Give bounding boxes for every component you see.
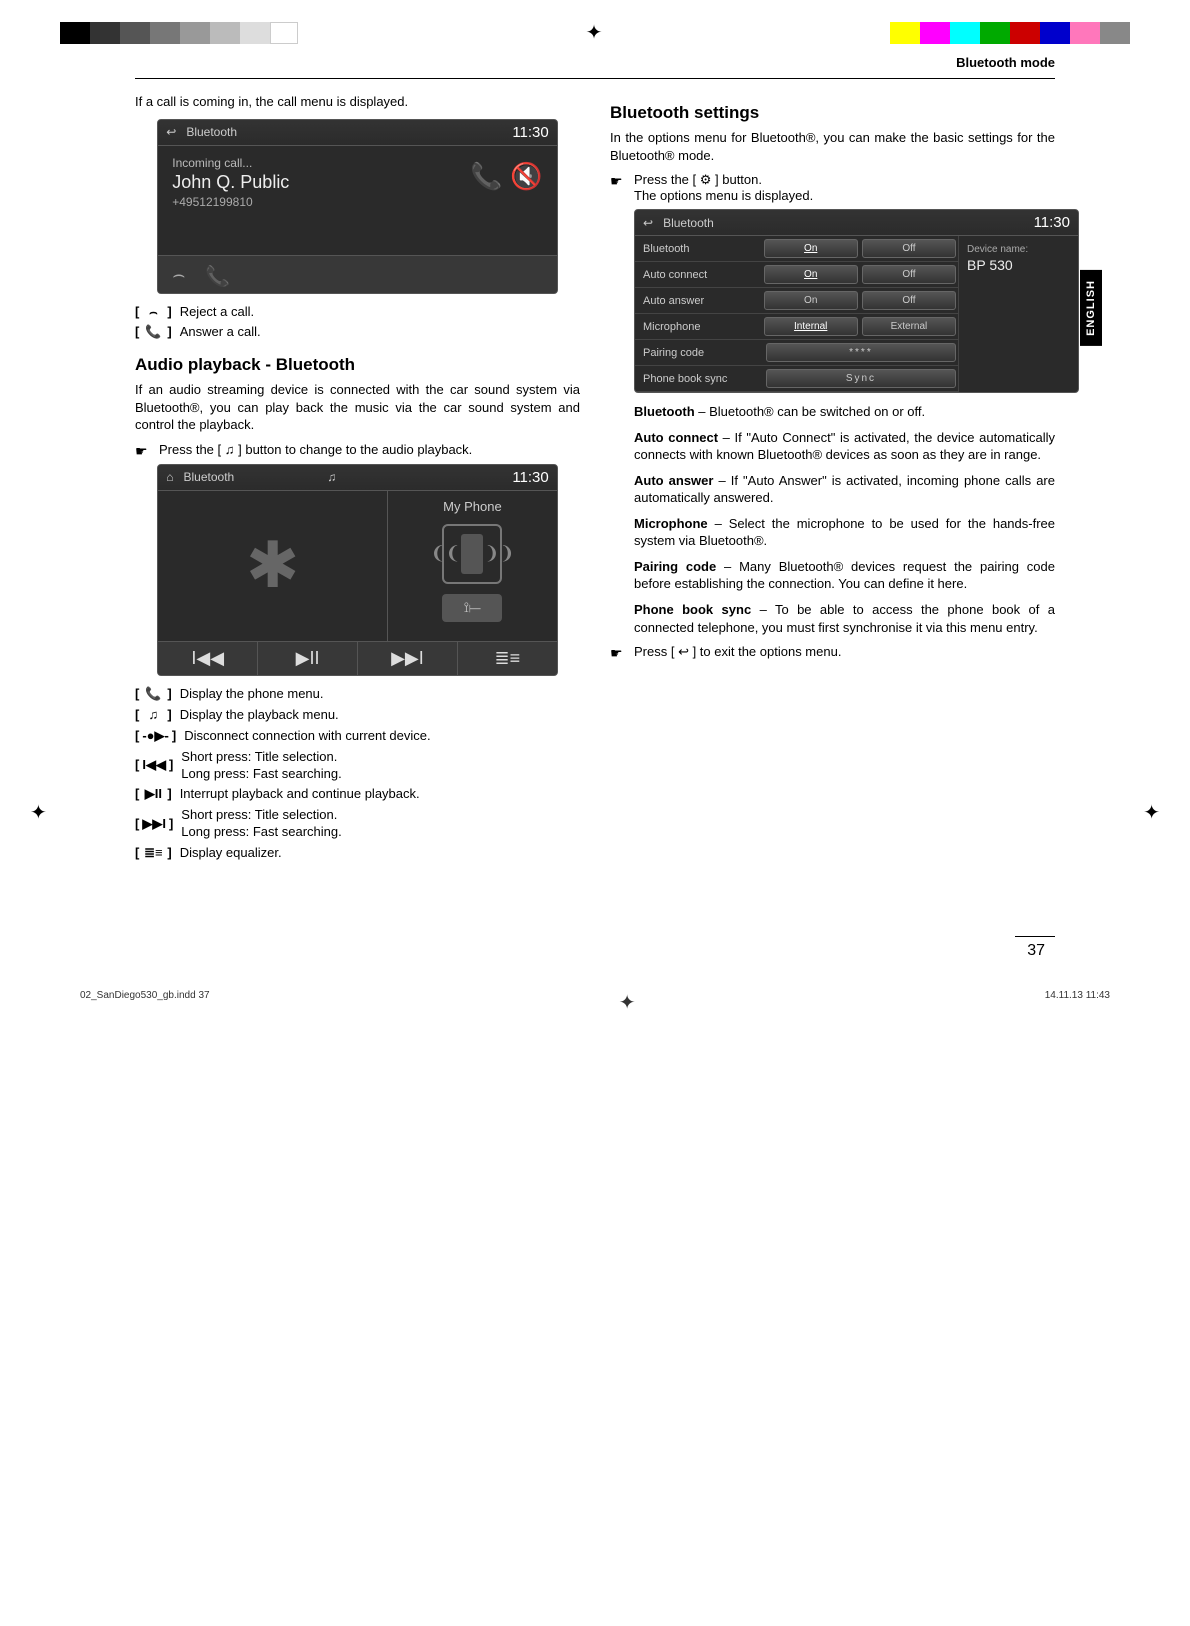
- pointer-icon: ☛: [135, 444, 151, 458]
- settings-heading: Bluetooth settings: [610, 103, 1055, 123]
- device-name-value: BP 530: [967, 257, 1070, 273]
- pointer-icon: ☛: [610, 646, 626, 660]
- def-pairing: Pairing code – Many Bluetooth® devices r…: [634, 558, 1055, 593]
- audio-playback-screen: ⌂ Bluetooth ♫ 11:30 ✱ My Phone ❨❨❩❩ ⟟⟝: [157, 464, 558, 676]
- screen-title: Bluetooth: [184, 470, 235, 484]
- sync-button: Sync: [766, 369, 956, 388]
- registration-mark-icon: ✦: [30, 800, 47, 825]
- device-name: My Phone: [443, 499, 502, 514]
- bluetooth-on: On: [764, 239, 858, 258]
- row-label: Microphone: [635, 315, 762, 339]
- def-microphone: Microphone – Select the microphone to be…: [634, 515, 1055, 550]
- device-name-label: Device name:: [967, 244, 1070, 255]
- row-label: Auto connect: [635, 263, 762, 287]
- back-icon: ↩: [166, 125, 176, 139]
- language-tab: ENGLISH: [1080, 270, 1102, 346]
- bluetooth-settings-screen: ↩ Bluetooth 11:30 Bluetooth On Off Auto …: [634, 209, 1079, 393]
- page-number: 37: [1015, 936, 1055, 960]
- prev-desc: Short press: Title selection. Long press…: [181, 749, 580, 783]
- audio-step: Press the [ ♫ ] button to change to the …: [159, 442, 580, 457]
- bluetooth-off: Off: [862, 239, 956, 258]
- row-label: Phone book sync: [635, 367, 764, 391]
- caller-number: +49512199810: [172, 195, 543, 209]
- equalizer-icon: ≣≡: [458, 642, 557, 675]
- def-autoconnect: Auto connect – If "Auto Connect" is acti…: [634, 429, 1055, 464]
- def-autoanswer: Auto answer – If "Auto Answer" is activa…: [634, 472, 1055, 507]
- playback-menu-desc: Display the playback menu.: [180, 707, 580, 724]
- disconnect-desc: Disconnect connection with current devic…: [184, 728, 580, 745]
- row-label: Bluetooth: [635, 237, 762, 261]
- screen-title: Bluetooth: [663, 216, 714, 230]
- pause-desc: Interrupt playback and continue playback…: [180, 786, 580, 803]
- play-pause-icon: ▶II: [258, 642, 358, 675]
- row-label: Pairing code: [635, 341, 764, 365]
- answer-icon: 📞: [470, 161, 502, 192]
- pickup-icon: 📞: [142, 324, 164, 341]
- autoconnect-on: On: [764, 265, 858, 284]
- clock: 11:30: [512, 469, 548, 486]
- audio-heading: Audio playback - Bluetooth: [135, 355, 580, 375]
- play-pause-icon: ▶II: [142, 786, 164, 803]
- phone-menu-desc: Display the phone menu.: [180, 686, 580, 703]
- bluetooth-icon: ✱: [246, 528, 300, 603]
- step-press-gear: Press the [ ⚙ ] button.: [634, 172, 1055, 188]
- footer-file: 02_SanDiego530_gb.indd 37: [80, 990, 210, 1015]
- grayscale-swatches: [60, 22, 298, 44]
- intro-text: If a call is coming in, the call menu is…: [135, 93, 580, 111]
- mic-external: External: [862, 317, 956, 336]
- home-icon: ⌂: [166, 470, 173, 484]
- mic-internal: Internal: [764, 317, 858, 336]
- def-bluetooth: Bluetooth – Bluetooth® can be switched o…: [634, 403, 1055, 421]
- reject-icon: 🔇: [510, 161, 542, 192]
- disconnect-icon: ⟟⟝: [442, 594, 502, 622]
- next-desc: Short press: Title selection. Long press…: [181, 807, 580, 841]
- autoconnect-off: Off: [862, 265, 956, 284]
- disconnect-icon: -●▶-: [142, 728, 169, 745]
- registration-mark-icon: ✦: [586, 20, 603, 45]
- hangup-icon: ⌢: [172, 264, 185, 289]
- pointer-icon: ☛: [610, 174, 626, 188]
- clock: 11:30: [512, 124, 548, 141]
- registration-mark-icon: ✦: [1143, 800, 1160, 825]
- def-sync: Phone book sync – To be able to access t…: [634, 601, 1055, 636]
- music-tab-icon: ♫: [327, 470, 336, 484]
- pairing-code-value: ****: [766, 343, 956, 362]
- audio-intro: If an audio streaming device is connecte…: [135, 381, 580, 434]
- hangup-icon: ⌢: [142, 304, 164, 321]
- phone-icon: 📞: [142, 686, 164, 703]
- screen-title: Bluetooth: [186, 125, 237, 139]
- equalizer-icon: ≣≡: [142, 845, 164, 862]
- clock: 11:30: [1034, 214, 1070, 231]
- settings-intro: In the options menu for Bluetooth®, you …: [610, 129, 1055, 164]
- exit-step: Press [ ↩ ] to exit the options menu.: [634, 644, 1055, 660]
- answer-call-desc: Answer a call.: [180, 324, 580, 341]
- footer-date: 14.11.13 11:43: [1045, 990, 1110, 1015]
- music-icon: ♫: [142, 707, 164, 724]
- phone-device-icon: ❨❨❩❩: [442, 524, 502, 584]
- back-icon: ↩: [643, 216, 653, 230]
- autoanswer-on: On: [764, 291, 858, 310]
- prev-track-icon: I◀◀: [142, 757, 166, 774]
- incoming-call-screen: ↩ Bluetooth 11:30 Incoming call... John …: [157, 119, 558, 294]
- eq-desc: Display equalizer.: [180, 845, 580, 862]
- print-registration-bar: ✦: [0, 0, 1190, 55]
- reject-call-desc: Reject a call.: [180, 304, 580, 321]
- row-label: Auto answer: [635, 289, 762, 313]
- registration-mark-icon: ✦: [619, 990, 636, 1015]
- section-header: Bluetooth mode: [135, 55, 1055, 79]
- step-result: The options menu is displayed.: [634, 188, 1055, 203]
- autoanswer-off: Off: [862, 291, 956, 310]
- next-track-icon: ▶▶I: [142, 816, 166, 833]
- prev-track-icon: I◀◀: [158, 642, 258, 675]
- pickup-icon: 📞: [205, 264, 230, 289]
- next-track-icon: ▶▶I: [358, 642, 458, 675]
- color-swatches: [890, 22, 1130, 44]
